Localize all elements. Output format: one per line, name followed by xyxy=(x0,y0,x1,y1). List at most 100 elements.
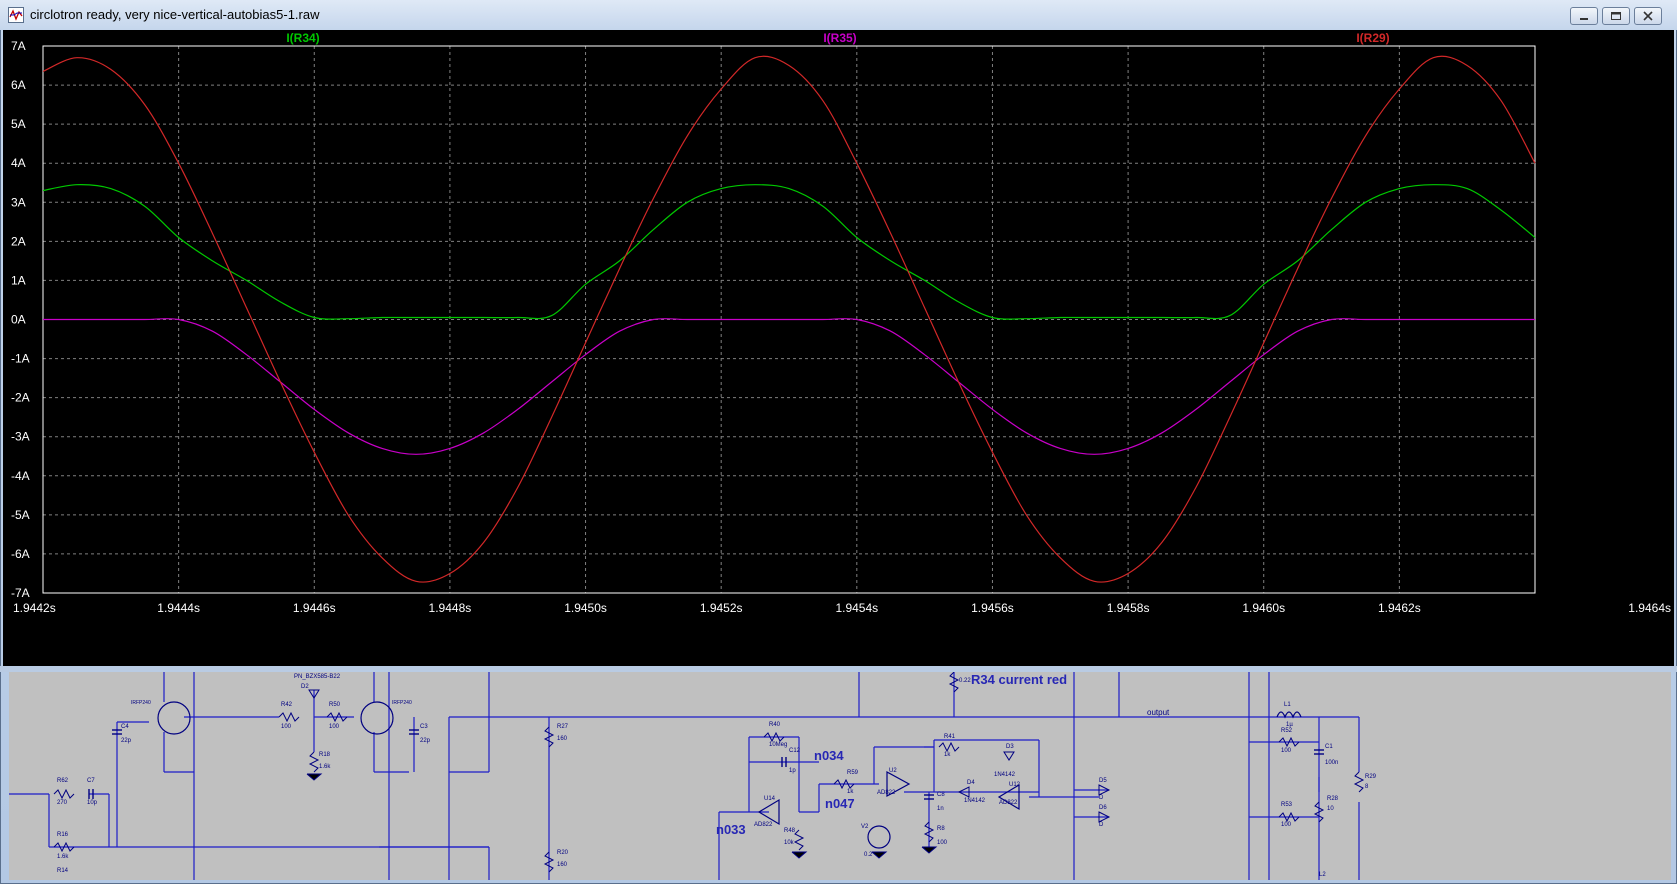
x-tick-label: 1.9452s xyxy=(700,601,743,615)
schematic-pane[interactable]: R34 current red output n034 n047 n033 C4… xyxy=(9,672,1671,880)
c4-value: 22p xyxy=(121,738,132,744)
net-n034-label: n034 xyxy=(814,748,844,763)
r40-label: R40 xyxy=(769,722,781,728)
y-tick-label: 1A xyxy=(11,273,26,287)
waveform-viewer-icon xyxy=(8,7,24,23)
d2-label: D2 xyxy=(301,684,309,690)
r20-value: 160 xyxy=(557,862,568,868)
r16-label: R16 xyxy=(57,832,69,838)
y-tick-label: -7A xyxy=(11,586,30,600)
window-title: circlotron ready, very nice-vertical-aut… xyxy=(30,7,320,22)
u14-label: U14 xyxy=(764,796,776,802)
r62-value: 270 xyxy=(57,800,68,806)
c12-label: C12 xyxy=(789,748,801,754)
y-tick-label: -2A xyxy=(11,391,30,405)
v2-label: V2 xyxy=(861,824,869,830)
net-n047-label: n047 xyxy=(825,796,855,811)
x-tick-label: 1.9446s xyxy=(293,601,336,615)
close-button[interactable] xyxy=(1634,7,1662,25)
y-tick-label: 7A xyxy=(11,39,26,53)
r59-value: 1k xyxy=(847,789,854,795)
l2-label: L2 xyxy=(1319,872,1326,878)
r14-label: R14 xyxy=(57,868,69,874)
r18-label: R18 xyxy=(319,752,331,758)
c3-label: C3 xyxy=(420,724,428,730)
y-tick-label: 6A xyxy=(11,78,26,92)
r27-value: 160 xyxy=(557,736,568,742)
maximize-button[interactable] xyxy=(1602,7,1630,25)
r22-value: 0.22 xyxy=(959,678,971,684)
r8-value: 100 xyxy=(937,840,948,846)
r53-value: 100 xyxy=(1281,822,1292,828)
x-tick-label: 1.9460s xyxy=(1242,601,1285,615)
y-tick-label: -4A xyxy=(11,469,30,483)
x-tick-label: 1.9454s xyxy=(835,601,878,615)
x-tick-label: 1.9464s xyxy=(1628,601,1671,615)
u2-model: AD822 xyxy=(877,790,896,796)
d5-value: D xyxy=(1099,795,1104,801)
r52-value: 100 xyxy=(1281,748,1292,754)
c1-label: C1 xyxy=(1325,744,1333,750)
l1-label: L1 xyxy=(1284,702,1291,708)
r29-value: 8 xyxy=(1365,784,1369,790)
close-icon xyxy=(1643,11,1653,21)
r29-label: R29 xyxy=(1365,774,1377,780)
d6-value: D xyxy=(1099,822,1104,828)
legend-entry: I(R29) xyxy=(1356,31,1389,45)
u14-model: AD822 xyxy=(754,822,773,828)
y-tick-label: -1A xyxy=(11,352,30,366)
output-net-label: output xyxy=(1147,708,1170,717)
r50-label: R50 xyxy=(329,702,341,708)
d5-label: D5 xyxy=(1099,778,1107,784)
r53-label: R53 xyxy=(1281,802,1293,808)
r42-label: R42 xyxy=(281,702,293,708)
r34-current-note: R34 current red xyxy=(971,672,1068,687)
waveform-plot-pane[interactable]: 7A 6A 5A 4A 3A 2A 1A 0A -1A -2A -3A -4A -5A -6A -7A 1.9… xyxy=(3,30,1674,666)
r41-value: 1k xyxy=(944,752,951,758)
d4-value: 1N4142 xyxy=(964,798,986,804)
y-tick-label: -5A xyxy=(11,508,30,522)
c7-value: 10p xyxy=(87,800,98,806)
legend-entry: I(R35) xyxy=(823,31,856,45)
maximize-icon xyxy=(1611,12,1621,20)
schematic-drawing[interactable] xyxy=(9,672,1671,880)
series-line-ir35 xyxy=(43,318,1535,455)
r50-value: 100 xyxy=(329,724,340,730)
series-line-ir34 xyxy=(42,184,1536,320)
r28-label: R28 xyxy=(1327,796,1339,802)
r62-label: R62 xyxy=(57,778,69,784)
y-tick-label: 4A xyxy=(11,156,26,170)
r41-label: R41 xyxy=(944,734,956,740)
v2-value: 0.2 xyxy=(864,852,873,858)
c8-label: C8 xyxy=(937,792,945,798)
x-tick-label: 1.9450s xyxy=(564,601,607,615)
minimize-button[interactable] xyxy=(1570,7,1598,25)
r27-label: R27 xyxy=(557,724,569,730)
y-tick-label: 5A xyxy=(11,117,26,131)
r48-label: R48 xyxy=(784,828,796,834)
c1-value: 100n xyxy=(1325,760,1339,766)
m1-part-label: IRFP240 xyxy=(131,700,151,706)
u12-model: AD822 xyxy=(999,800,1018,806)
y-tick-label: 2A xyxy=(11,234,26,248)
r52-label: R52 xyxy=(1281,728,1293,734)
c4-label: C4 xyxy=(121,724,129,730)
title-bar[interactable]: circlotron ready, very nice-vertical-aut… xyxy=(0,0,1677,30)
c7-label: C7 xyxy=(87,778,95,784)
c12-value: 1p xyxy=(789,768,796,774)
y-tick-label: -6A xyxy=(11,547,30,561)
u12-label: U12 xyxy=(1009,782,1021,788)
r18-value: 1.6k xyxy=(319,764,331,770)
y-tick-label: 0A xyxy=(11,313,26,327)
x-tick-label: 1.9444s xyxy=(157,601,200,615)
c3-value: 22p xyxy=(420,738,431,744)
c8-value: 1n xyxy=(937,806,944,812)
x-tick-label: 1.9456s xyxy=(971,601,1014,615)
d6-label: D6 xyxy=(1099,805,1107,811)
u2-label: U2 xyxy=(889,768,897,774)
y-tick-label: -3A xyxy=(11,430,30,444)
minimize-icon xyxy=(1580,18,1588,20)
waveform-chart[interactable]: 7A6A5A4A3A2A1A0A-1A-2A-3A-4A-5A-6A-7A1.9… xyxy=(3,30,1674,666)
m2-part-label: IRFP240 xyxy=(392,700,412,706)
net-n033-label: n033 xyxy=(716,822,746,837)
